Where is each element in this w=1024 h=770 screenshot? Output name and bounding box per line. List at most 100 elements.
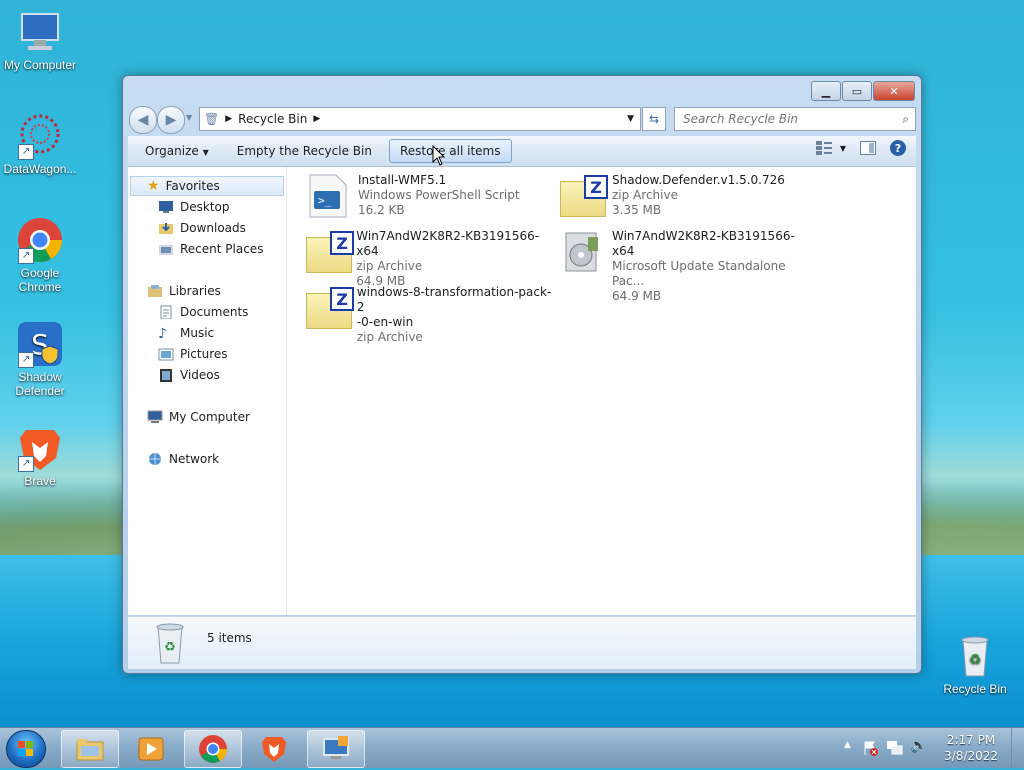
details-pane: ♻ 5 items [128, 616, 916, 669]
folder-icon [76, 739, 104, 761]
breadcrumb-separator-icon[interactable]: ▶ [225, 114, 232, 124]
explorer-window[interactable]: ▁ ▭ ✕ ◀ ▶ ▼ 🗑 ▶ Recycle Bin ▶ ▼ ⇆ ⌕ Orga… [122, 75, 922, 674]
nav-item-my-computer[interactable]: My Computer [147, 410, 250, 424]
chevron-down-icon: ▼ [839, 143, 846, 153]
desktop-icon-my-computer[interactable]: My Computer [0, 8, 80, 72]
file-item[interactable]: Z Win7AndW2K8R2-KB3191566-x64 zip Archiv… [304, 229, 554, 288]
nav-item-downloads[interactable]: Downloads [158, 221, 246, 235]
show-hidden-icons-icon[interactable]: ▲ [844, 740, 851, 750]
history-dropdown-icon[interactable]: ▼ [186, 113, 192, 122]
star-icon: ★ [147, 178, 160, 194]
breadcrumb-separator-icon[interactable]: ▶ [313, 114, 320, 124]
recycle-bin-icon: ♻ [951, 632, 999, 680]
desktop-icon-label: Recycle Bin [943, 682, 1007, 696]
svg-text:♻: ♻ [969, 651, 982, 667]
documents-icon [160, 305, 172, 319]
preview-pane-icon[interactable] [860, 141, 876, 155]
shortcut-arrow-icon: ↗ [18, 352, 34, 368]
desktop-icon-label: Shadow Defender [15, 370, 65, 398]
breadcrumb-recycle-bin[interactable]: Recycle Bin [238, 112, 307, 126]
start-button[interactable] [6, 730, 46, 768]
explorer-content: ★ Favorites Desktop Downloads Recent Pla… [128, 167, 916, 615]
computer-icon [147, 410, 163, 423]
shortcut-arrow-icon: ↗ [18, 248, 34, 264]
shadow-defender-icon: S ↗ [16, 320, 64, 368]
address-dropdown-icon[interactable]: ▼ [627, 114, 634, 124]
forward-arrow-icon: ▶ [165, 112, 177, 128]
music-note-icon: ♪ [158, 326, 167, 342]
svg-text:>_: >_ [318, 194, 332, 207]
desktop-icon-label: Brave [24, 474, 56, 488]
desktop-icon-recycle-bin[interactable]: ♻ Recycle Bin [935, 632, 1015, 696]
file-list: >_ Install-WMF5.1 Windows PowerShell Scr… [298, 167, 916, 615]
navigation-pane: ★ Favorites Desktop Downloads Recent Pla… [128, 167, 287, 615]
nav-item-music[interactable]: ♪ Music [158, 326, 214, 342]
chrome-icon: ↗ [16, 216, 64, 264]
desktop-icon-label: My Computer [3, 58, 77, 72]
search-input[interactable] [681, 111, 885, 127]
pictures-icon [158, 348, 174, 361]
mouse-cursor-icon [432, 145, 446, 166]
address-field[interactable]: 🗑 ▶ Recycle Bin ▶ ▼ [199, 107, 641, 131]
back-arrow-icon: ◀ [137, 112, 149, 128]
desktop-icon-brave[interactable]: ↗ Brave [0, 424, 80, 488]
videos-icon [160, 369, 172, 382]
empty-recycle-bin-button[interactable]: Empty the Recycle Bin [226, 139, 383, 163]
desktop-icon-chrome[interactable]: ↗ Google Chrome [0, 216, 80, 294]
brave-lion-icon [262, 737, 286, 762]
action-center-flag-icon[interactable] [862, 740, 878, 756]
back-button[interactable]: ◀ [129, 106, 157, 134]
minimize-icon: ▁ [821, 84, 831, 98]
view-controls: ▼ ? [815, 140, 906, 156]
restore-all-items-button[interactable]: Restore all items [388, 139, 512, 163]
nav-item-videos[interactable]: Videos [158, 368, 220, 382]
nav-item-recent-places[interactable]: Recent Places [158, 242, 263, 256]
clock[interactable]: 2:17 PM 3/8/2022 [944, 732, 998, 764]
volume-icon[interactable]: 🔈 [910, 738, 927, 754]
taskbar-media-player[interactable] [122, 730, 180, 768]
help-icon[interactable]: ? [890, 140, 906, 156]
computer-icon [16, 8, 64, 56]
zip-archive-icon: Z [304, 285, 354, 331]
file-item[interactable]: Z windows-8-transformation-pack-2 -0-en-… [304, 285, 554, 345]
search-box[interactable]: ⌕ [674, 107, 916, 131]
brave-lion-icon: ↗ [16, 424, 64, 472]
show-desktop-button[interactable] [1011, 728, 1024, 768]
update-package-icon [558, 229, 606, 275]
forward-button[interactable]: ▶ [157, 106, 185, 134]
search-icon[interactable]: ⌕ [902, 112, 909, 127]
nav-item-pictures[interactable]: Pictures [158, 347, 228, 361]
minimize-button[interactable]: ▁ [811, 81, 841, 101]
remote-desktop-icon [323, 736, 349, 759]
close-icon: ✕ [889, 84, 899, 98]
nav-item-documents[interactable]: Documents [158, 305, 248, 319]
nav-item-network[interactable]: Network [147, 452, 219, 466]
clock-date: 3/8/2022 [944, 749, 998, 763]
taskbar-explorer[interactable] [61, 730, 119, 768]
close-button[interactable]: ✕ [873, 81, 915, 101]
nav-item-libraries[interactable]: Libraries [147, 284, 221, 298]
desktop-icon-shadow-defender[interactable]: S ↗ Shadow Defender [0, 320, 80, 398]
command-bar: Organize ▼ Empty the Recycle Bin Restore… [128, 136, 916, 167]
organize-button[interactable]: Organize ▼ [134, 139, 220, 163]
desktop-icon-label: Google Chrome [18, 266, 62, 294]
recycle-bin-icon: ♻ [156, 623, 184, 664]
refresh-button[interactable]: ⇆ [642, 107, 666, 131]
file-item[interactable]: >_ Install-WMF5.1 Windows PowerShell Scr… [304, 173, 554, 225]
network-tray-icon[interactable] [886, 740, 904, 756]
taskbar-remote-desktop[interactable] [307, 730, 365, 768]
desktop-icon-datawagon[interactable]: ↗ DataWagon... [0, 112, 80, 176]
taskbar-chrome[interactable] [184, 730, 242, 768]
maximize-button[interactable]: ▭ [842, 81, 872, 101]
taskbar-brave[interactable] [245, 730, 303, 768]
taskbar: ▲ 🔈 2:17 PM 3/8/2022 [0, 727, 1024, 768]
file-item[interactable]: Win7AndW2K8R2-KB3191566-x64 Microsoft Up… [558, 229, 808, 303]
file-item[interactable]: Z Shadow.Defender.v1.5.0.726 zip Archive… [558, 173, 808, 225]
nav-item-desktop[interactable]: Desktop [158, 200, 230, 214]
downloads-folder-icon [159, 223, 173, 234]
recycle-bin-small-icon: 🗑 [204, 112, 220, 126]
change-view-button[interactable]: ▼ [815, 141, 846, 155]
nav-item-favorites[interactable]: ★ Favorites [130, 176, 284, 196]
refresh-icon: ⇆ [648, 112, 660, 126]
zip-archive-icon: Z [558, 173, 608, 219]
